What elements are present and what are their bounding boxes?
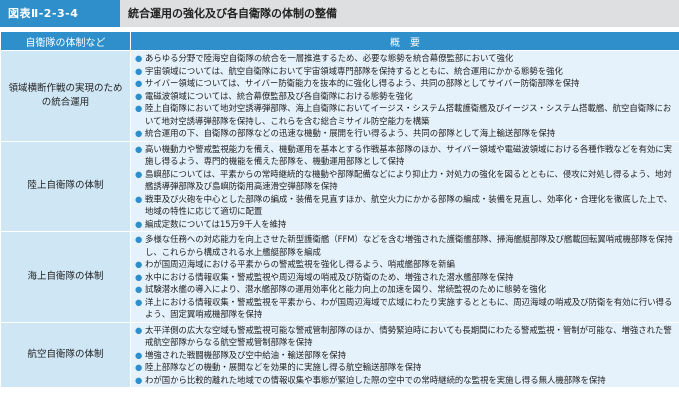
list-item-text: 水中における情報収集・警戒監視や周辺海域の哨戒及び防衛のため、増強された潜水艦部… [145, 271, 514, 282]
list-item-text: 島嶼部については、平素からの常時継続的な機動や部隊配備などにより抑止力・対処力の… [145, 168, 672, 192]
column-header-overview: 概 要 [130, 31, 679, 51]
bullet-icon: ● [135, 284, 143, 294]
list-item: ● 編成定数については15万9千人を維持 [135, 218, 675, 231]
figure-container: 図表Ⅱ-2-3-4 統合運用の強化及び各自衛隊の体制の整備 自衛隊の体制など 概… [0, 0, 679, 411]
list-item: ● 陸上自衛隊において地対空誘導弾部隊、海上自衛隊においてイージス・システム搭載護… [135, 102, 675, 127]
list-item-text: 多様な任務への対応能力を向上させた新型護衛艦（FFM）などを含む増強された護衛艦… [145, 234, 673, 257]
list-item: ● あらゆる分野で陸海空自衛隊の統合を一層推進するため、必要な態勢を統合幕僚監部に… [135, 52, 675, 65]
list-item: ● わが国から比較的離れた地域での情報収集や事態が緊迫した際の空中での常時継続的な… [135, 374, 675, 387]
list-item-text: 戦車及び火砲を中心とした部隊の編成・装備を見直すほか、航空火力にかかる部隊の編成… [145, 193, 673, 217]
list-item-text: 統合運用の下、自衛隊の部隊などの迅速な機動・展開を行い得るよう、共同の部隊として… [145, 128, 556, 138]
list-item-text: サイバー領域については、サイバー防衛能力を抜本的に強化し得るよう、共同の部隊とし… [145, 78, 580, 88]
bullet-icon: ● [135, 128, 143, 138]
title-bar: 図表Ⅱ-2-3-4 統合運用の強化及び各自衛隊の体制の整備 [0, 0, 679, 27]
bullet-icon: ● [135, 374, 143, 385]
list-item-text: 電磁波領域については、統合幕僚監部及び各自衛隊における態勢を強化 [145, 90, 413, 101]
table-row: 航空自衛隊の体制 ● 太平洋側の広大な空域も警戒監視可能な警戒管制部隊のほか、情勢緊… [0, 321, 679, 388]
bullet-icon: ● [135, 78, 143, 88]
table-row: 海上自衛隊の体制 ● 多様な任務への対応能力を向上させた新型護衛艦（FFM）などを含… [0, 231, 679, 323]
list-item: ● サイバー領域については、サイバー防衛能力を抜本的に強化し得るよう、共同の部隊と… [135, 77, 675, 90]
figure-label: 図表Ⅱ-2-3-4 [0, 0, 120, 27]
list-item: ● 多様な任務への対応能力を向上させた新型護衛艦（FFM）などを含む増強された護衛… [135, 233, 675, 258]
bullet-icon: ● [135, 168, 143, 179]
bullet-icon: ● [135, 271, 143, 282]
bullet-icon: ● [135, 90, 143, 101]
bullet-icon: ● [135, 349, 143, 360]
list-item-text: あらゆる分野で陸海空自衛隊の統合を一層推進するため、必要な態勢を統合幕僚監部にお… [145, 53, 514, 63]
bullet-icon: ● [135, 65, 143, 76]
bullet-icon: ● [135, 53, 143, 63]
list-item: ● 増強された戦闘機部隊及び空中給油・輸送部隊を保持 [135, 349, 675, 362]
bullet-icon: ● [135, 218, 143, 229]
list-item: ● わが国周辺海域における平素からの警戒監視を強化し得るよう、哨戒艦部隊を新編 [135, 258, 675, 271]
list-item-text: 高い機動力や警戒監視能力を備え、機動運用を基本とする作戦基本部隊のほか、サイバー… [145, 143, 673, 167]
bullet-icon: ● [135, 103, 143, 113]
bullet-icon: ● [135, 296, 143, 307]
list-item: ● 試験潜水艦の導入により、潜水艦部隊の運用効率化と能力向上の加速を図り、常続監視… [135, 283, 675, 296]
figure-title: 統合運用の強化及び各自衛隊の体制の整備 [128, 7, 337, 20]
list-item: ● 統合運用の下、自衛隊の部隊などの迅速な機動・展開を行い得るよう、共同の部隊とし… [135, 127, 675, 140]
list-item: ● 陸上部隊などの機動・展開などを効果的に実施し得る航空輸送部隊を保持 [135, 361, 675, 374]
list-item: ● 洋上における情報収集・警戒監視を平素から、わが国周辺海域で広域にわたり実施する… [135, 296, 675, 321]
list-item-text: 編成定数については15万9千人を維持 [145, 218, 287, 229]
list-item: ● 戦車及び火砲を中心とした部隊の編成・装備を見直すほか、航空火力にかかる部隊の編… [135, 193, 675, 218]
organization-table: 自衛隊の体制など 概 要 領域横断作戦の実現のための統合運用 ● あらゆる分野で陸海… [0, 31, 679, 388]
list-item: ● 島嶼部については、平素からの常時継続的な機動や部隊配備などにより抑止力・対処力… [135, 168, 675, 193]
category-cell: 領域横断作戦の実現のための統合運用 [0, 50, 131, 142]
bullet-icon: ● [135, 193, 143, 204]
list-item-text: わが国周辺海域における平素からの警戒監視を強化し得るよう、哨戒艦部隊を新編 [145, 259, 455, 269]
list-item-text: 宇宙領域については、航空自衛隊において宇宙領域専門部隊を保持するとともに、統合運… [145, 65, 563, 76]
list-item-text: 増強された戦闘機部隊及び空中給油・輸送部隊を保持 [145, 349, 346, 360]
bullet-icon: ● [135, 259, 143, 269]
list-item-text: 陸上部隊などの機動・展開などを効果的に実施し得る航空輸送部隊を保持 [145, 362, 422, 372]
list-item: ● 電磁波領域については、統合幕僚監部及び各自衛隊における態勢を強化 [135, 90, 675, 103]
list-item: ● 太平洋側の広大な空域も警戒監視可能な警戒管制部隊のほか、情勢緊迫時においても長… [135, 324, 675, 349]
category-cell: 陸上自衛隊の体制 [0, 140, 131, 232]
column-header-category: 自衛隊の体制など [0, 31, 131, 51]
bullet-icon: ● [135, 324, 143, 335]
table-row: 領域横断作戦の実現のための統合運用 ● あらゆる分野で陸海空自衛隊の統合を一層推進す… [0, 50, 679, 142]
list-item-text: 太平洋側の広大な空域も警戒監視可能な警戒管制部隊のほか、情勢緊迫時においても長期… [145, 324, 672, 348]
bullet-icon: ● [135, 362, 143, 372]
table-body: 領域横断作戦の実現のための統合運用 ● あらゆる分野で陸海空自衛隊の統合を一層推進す… [0, 50, 679, 388]
list-item: ● 水中における情報収集・警戒監視や周辺海域の哨戒及び防衛のため、増強された潜水艦… [135, 271, 675, 284]
category-cell: 海上自衛隊の体制 [0, 231, 131, 323]
overview-cell: ● 太平洋側の広大な空域も警戒監視可能な警戒管制部隊のほか、情勢緊迫時においても長… [130, 321, 679, 388]
list-item-text: 試験潜水艦の導入により、潜水艦部隊の運用効率化と能力向上の加速を図り、常続監視の… [145, 284, 547, 294]
overview-cell: ● あらゆる分野で陸海空自衛隊の統合を一層推進するため、必要な態勢を統合幕僚監部に… [130, 50, 679, 142]
table-header-row: 自衛隊の体制など 概 要 [0, 31, 679, 51]
list-item-text: 洋上における情報収集・警戒監視を平素から、わが国周辺海域で広域にわたり実施すると… [145, 296, 673, 320]
list-item: ● 高い機動力や警戒監視能力を備え、機動運用を基本とする作戦基本部隊のほか、サイバ… [135, 143, 675, 168]
table-row: 陸上自衛隊の体制 ● 高い機動力や警戒監視能力を備え、機動運用を基本とする作戦基本部… [0, 140, 679, 232]
bullet-icon: ● [135, 143, 143, 154]
category-cell: 航空自衛隊の体制 [0, 321, 131, 388]
list-item-text: 陸上自衛隊において地対空誘導弾部隊、海上自衛隊においてイージス・システム搭載護衛… [145, 103, 672, 126]
list-item: ● 宇宙領域については、航空自衛隊において宇宙領域専門部隊を保持するとともに、統合… [135, 65, 675, 78]
list-item-text: わが国から比較的離れた地域での情報収集や事態が緊迫した際の空中での常時継続的な監… [145, 374, 606, 385]
overview-cell: ● 高い機動力や警戒監視能力を備え、機動運用を基本とする作戦基本部隊のほか、サイバ… [130, 140, 679, 232]
bullet-icon: ● [135, 234, 143, 244]
overview-cell: ● 多様な任務への対応能力を向上させた新型護衛艦（FFM）などを含む増強された護衛… [130, 231, 679, 323]
